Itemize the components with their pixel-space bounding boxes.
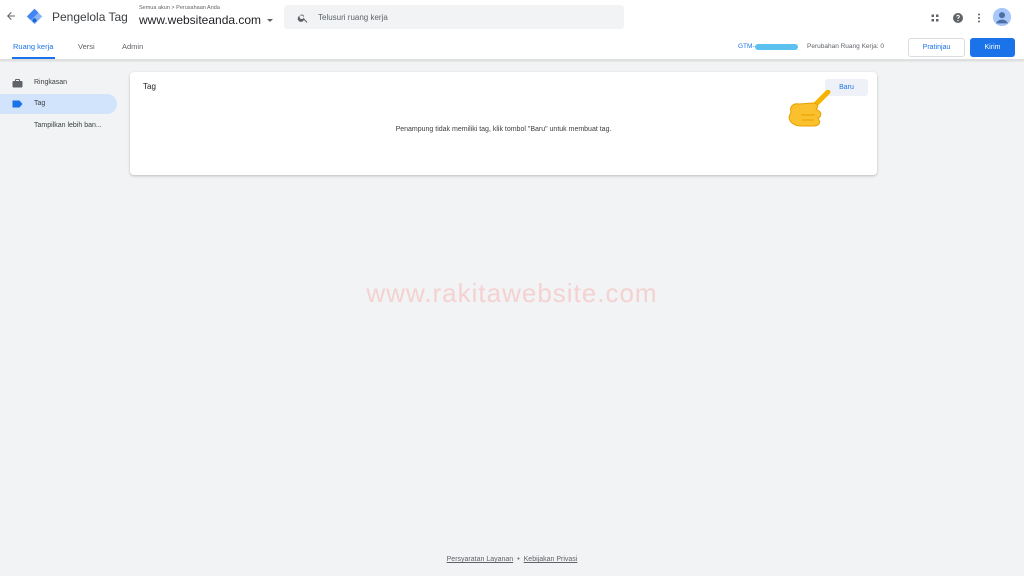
- app-title: Pengelola Tag: [52, 10, 128, 24]
- footer-separator: •: [517, 556, 520, 563]
- sidebar-item-overview[interactable]: Ringkasan: [0, 73, 117, 93]
- arrow-left-icon[interactable]: [4, 10, 18, 24]
- active-tab-indicator: [12, 57, 55, 59]
- preview-button[interactable]: Pratinjau: [908, 38, 965, 57]
- sidebar-item-label: Tag: [34, 100, 46, 107]
- container-id-redaction: [755, 44, 798, 50]
- terms-link[interactable]: Persyaratan Layanan: [447, 556, 514, 563]
- tab-admin[interactable]: Admin: [122, 42, 143, 51]
- pointing-hand-icon: [783, 89, 833, 130]
- workspace-search[interactable]: [284, 5, 624, 29]
- workspace-nav-bar: Ruang kerja Versi Admin GTM- Perubahan R…: [0, 34, 1024, 60]
- account-breadcrumb[interactable]: Semua akun > Perusahaan Anda: [139, 5, 220, 11]
- top-app-bar: Pengelola Tag Semua akun > Perusahaan An…: [0, 0, 1024, 34]
- briefcase-icon: [12, 79, 23, 88]
- empty-state-message: Penampung tidak memiliki tag, klik tombo…: [395, 126, 612, 133]
- search-input[interactable]: [318, 5, 614, 29]
- privacy-link[interactable]: Kebijakan Privasi: [524, 556, 578, 563]
- tab-workspace[interactable]: Ruang kerja: [13, 42, 53, 51]
- sidebar-item-label: Ringkasan: [34, 79, 68, 86]
- search-icon: [297, 11, 309, 23]
- sidebar-item-show-more[interactable]: Tampilkan lebih ban...: [0, 116, 117, 136]
- chevron-down-icon[interactable]: [267, 19, 273, 22]
- submit-button[interactable]: Kirim: [970, 38, 1015, 57]
- more-vert-icon[interactable]: [973, 11, 985, 23]
- container-id[interactable]: GTM-: [738, 43, 755, 50]
- tags-card: Tag Baru Penampung tidak memiliki tag, k…: [130, 72, 877, 175]
- tag-manager-logo-icon: [26, 8, 43, 25]
- workspace-changes: Perubahan Ruang Kerja: 0: [807, 43, 884, 50]
- avatar[interactable]: [993, 8, 1011, 26]
- help-icon[interactable]: [952, 11, 964, 23]
- tag-icon: [12, 100, 23, 108]
- container-name[interactable]: www.websiteanda.com: [139, 13, 261, 27]
- card-title: Tag: [143, 82, 156, 91]
- sidebar-item-tags[interactable]: Tag: [0, 94, 117, 114]
- footer: Persyaratan Layanan • Kebijakan Privasi: [0, 556, 1024, 563]
- tab-versions[interactable]: Versi: [78, 42, 95, 51]
- apps-grid-icon[interactable]: [929, 11, 941, 23]
- watermark: www.rakitawebsite.com: [366, 278, 658, 308]
- sidebar-item-label: Tampilkan lebih ban...: [34, 122, 102, 129]
